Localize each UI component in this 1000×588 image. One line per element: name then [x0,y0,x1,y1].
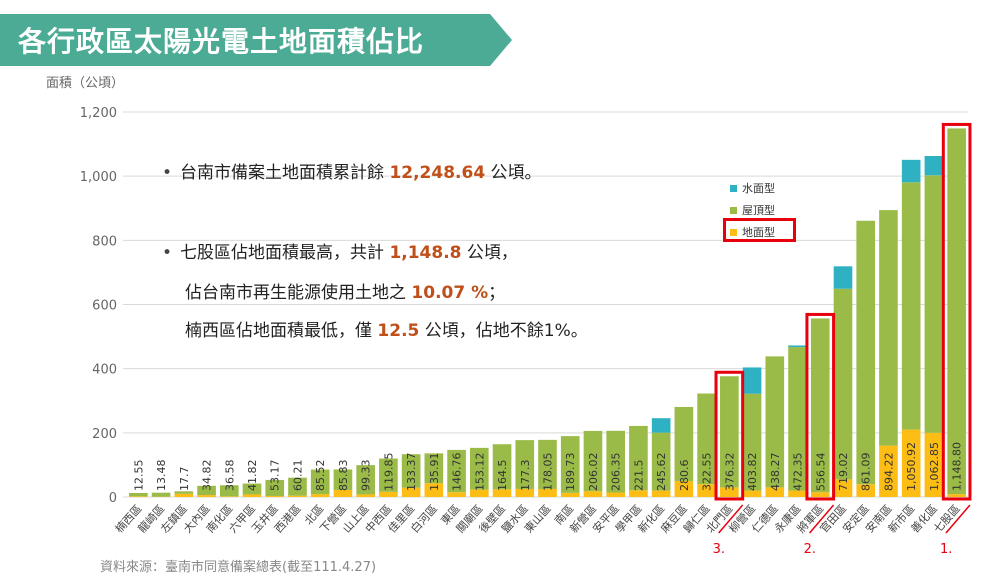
legend-swatch [730,185,737,192]
bar-segment [174,493,194,497]
bar-value-label: 34.82 [201,460,214,492]
bar-segment [788,345,807,348]
bar-value-label: 189.73 [564,453,577,492]
bar-value-label: 556.54 [814,453,827,492]
note-max: • 七股區佔地面積最高，共計 1,148.8 公頃， [162,243,518,263]
y-tick-label: 800 [92,234,117,249]
x-tick-labels: 楠西區龍崎區左鎮區大內區南化區六甲區玉井區西港區北區下營區山上區中西區佳里區白河… [112,502,963,536]
y-tick-label: 600 [92,299,117,314]
bar-value-label: 221.5 [632,460,645,492]
bar-segment [947,494,966,497]
bar-value-label: 153.12 [473,453,486,491]
bar-value-label: 119.85 [382,453,395,492]
bar-segment [265,496,285,497]
bar-value-label: 12.55 [132,460,145,492]
bar-segment [242,494,262,497]
bar-segment [901,182,921,430]
bar-value-label: 146.76 [451,453,464,492]
bar-value-label: 861.09 [860,453,873,492]
rank-label: 1. [940,542,952,557]
bar-value-label: 178.05 [542,453,555,492]
bar-value-label: 1,050.92 [905,442,918,491]
bar-value-label: 1,148.80 [951,442,964,491]
bar-segment [606,492,626,497]
y-tick-labels: 0 200 400 600 800 1,000 1,200 [80,106,117,506]
bar-segment [356,494,375,497]
bar-segment [197,495,216,497]
bar-segment [583,491,603,497]
bar-value-label: 135.91 [428,453,441,492]
bar-value-label: 438.27 [769,453,782,492]
bar-value-label: 403.82 [746,453,759,492]
bar-value-label: 472.35 [792,453,805,492]
legend-label: 屋頂型 [742,204,775,217]
bar-value-label: 17.7 [178,467,191,492]
bar-value-label: 60.21 [291,460,304,492]
bar-segment [924,156,944,176]
bar-segment [947,128,966,495]
bar-value-label: 164.5 [496,460,509,492]
bar-value-label: 13.48 [155,460,168,492]
bar-segment [901,159,921,183]
note-share: 佔台南市再生能源使用土地之 10.07 %； [185,283,506,303]
bar-segment [742,367,762,394]
bar-segment [924,175,944,433]
bar-segment [560,492,580,497]
bar-value-label: 894.22 [882,453,895,492]
bar-value-label: 376.32 [723,453,736,492]
bar-segment [447,492,466,497]
bar-value-label: 85.83 [337,460,350,492]
legend-highlight-box [723,218,796,242]
data-source: 資料來源：臺南市同意備案總表(截至111.4.27) [100,560,377,575]
bar-value-label: 133.37 [405,453,418,492]
y-tick-label: 1,000 [80,170,117,185]
bar-value-label: 322.55 [701,453,714,492]
rank-label: 2. [804,542,816,557]
y-tick-label: 1,200 [80,106,117,121]
bar-segment [879,210,898,446]
bar-segment [833,288,853,480]
y-tick-label: 400 [92,363,117,378]
bar-segment [129,492,148,497]
bar-value-label: 206.02 [587,453,600,492]
bar-value-label: 36.58 [223,460,236,492]
bar-value-label: 245.62 [655,453,668,492]
legend-swatch [730,207,737,214]
bar-value-label: 53.17 [269,460,282,492]
bar-value-label: 280.6 [678,460,691,492]
note-min: 楠西區佔地面積最低，僅 12.5 公頃，佔地不餘1%。 [185,321,588,341]
bar-value-label: 177.3 [519,460,532,492]
bar-value-label: 206.35 [610,453,623,492]
bar-segment [310,494,330,497]
bar-segment [288,495,307,497]
bar-value-label: 85.52 [314,460,327,492]
bar-value-label: 99.33 [360,460,373,492]
bullet-icon: • [162,243,173,263]
y-tick-label: 0 [109,491,117,506]
bar-segment [151,492,171,497]
note-total: • 台南市備案土地面積累計餘 12,248.64 公頃。 [162,163,542,183]
bullet-icon: • [162,163,173,183]
bar-segment [810,492,830,497]
rank-label: 3. [713,542,725,557]
bar-segment [833,266,853,289]
bar-segment [856,220,876,485]
bar-value-label: 41.82 [246,460,259,492]
bar-value-label: 719.02 [837,453,850,492]
bar-segment [651,418,671,433]
y-tick-label: 200 [92,427,117,442]
legend-label: 水面型 [742,182,775,195]
bar-segment [219,496,239,497]
bar-value-label: 1,062.85 [928,442,941,491]
bar-segment [379,491,398,497]
legend-item: 水面型 [730,178,775,200]
bar-series [129,128,966,497]
bar-segment [129,496,148,497]
